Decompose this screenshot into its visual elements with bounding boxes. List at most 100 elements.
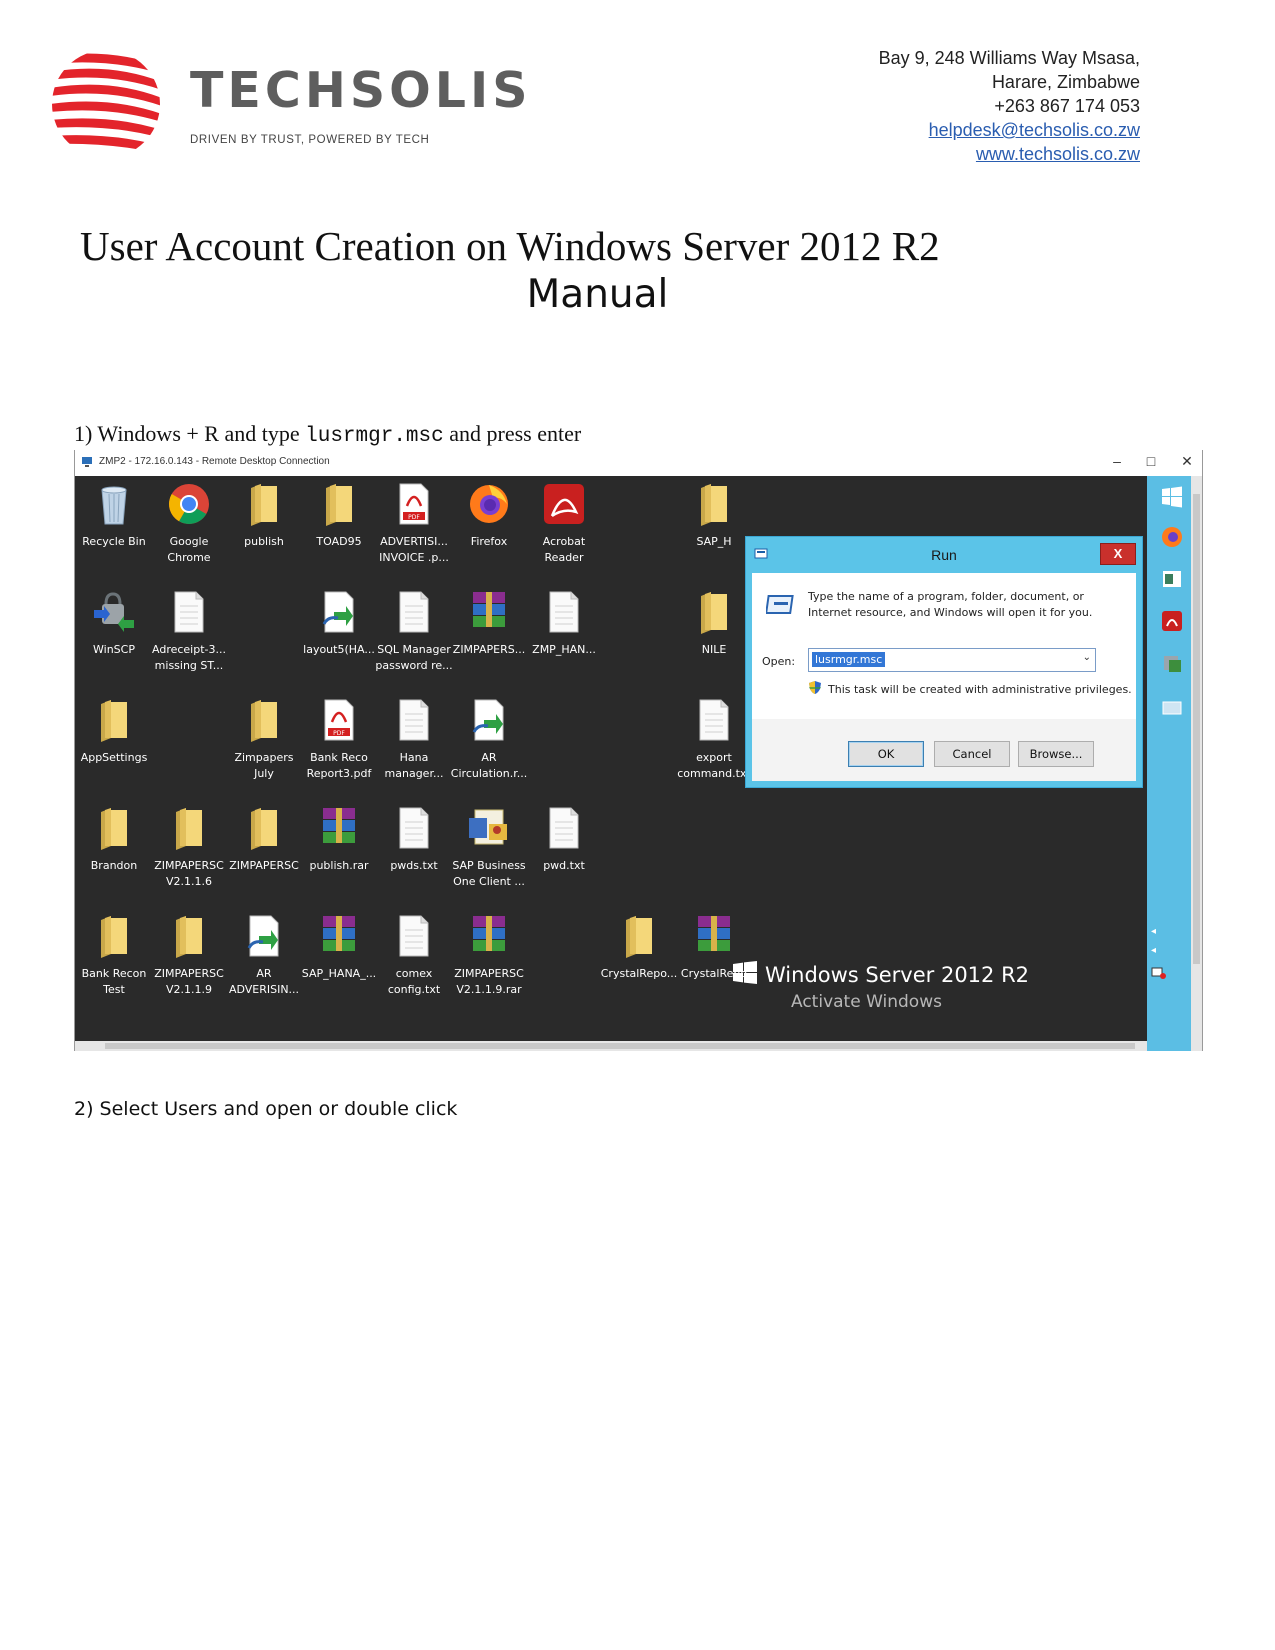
run-dialog: Run X Type the name of a program, folder… — [745, 536, 1143, 788]
chevron-down-icon[interactable]: ⌄ — [1083, 652, 1091, 663]
open-input[interactable]: lusrmgr.msc ⌄ — [808, 648, 1096, 672]
desktop-icon[interactable]: pwd.txt — [525, 806, 603, 874]
text-file-icon — [675, 698, 753, 744]
rar-icon — [450, 590, 528, 636]
desktop-icon-label: SAP_HANA_... — [301, 967, 377, 980]
website-link[interactable]: www.techsolis.co.zw — [879, 142, 1140, 166]
desktop-icon[interactable]: Bank Recon Test — [75, 914, 153, 998]
desktop-icon-label: SAP Business One Client ... — [452, 859, 526, 888]
horizontal-scrollbar[interactable] — [75, 1041, 1147, 1051]
desktop-icon[interactable]: publish.rar — [300, 806, 378, 874]
desktop-icon[interactable]: WinSCP — [75, 590, 153, 658]
server-manager-taskbar-icon[interactable] — [1161, 652, 1183, 674]
desktop-icon[interactable]: pwds.txt — [375, 806, 453, 874]
ok-button[interactable]: OK — [848, 741, 924, 767]
desktop-icon-label: pwds.txt — [390, 859, 438, 872]
desktop-icon[interactable]: AppSettings — [75, 698, 153, 766]
desktop-icon[interactable]: Hana manager... — [375, 698, 453, 782]
folder-icon — [225, 482, 303, 528]
desktop-icon[interactable]: ZIMPAPERSC — [225, 806, 303, 874]
text-file-icon — [375, 590, 453, 636]
desktop-icon[interactable]: Google Chrome — [150, 482, 228, 566]
desktop-icon[interactable]: AR Circulation.r... — [450, 698, 528, 782]
desktop-icon-label: Adreceipt-3... missing ST... — [152, 643, 226, 672]
desktop-icon[interactable]: ZIMPAPERS... — [450, 590, 528, 658]
desktop-icon[interactable]: layout5(HA... — [300, 590, 378, 658]
firefox-taskbar-icon[interactable] — [1161, 526, 1183, 548]
desktop-icon[interactable]: comex config.txt — [375, 914, 453, 998]
desktop-icon[interactable]: PDF Bank Reco Report3.pdf — [300, 698, 378, 782]
desktop-icon[interactable]: Zimpapers July — [225, 698, 303, 782]
desktop-icon[interactable]: SAP_H — [675, 482, 753, 550]
desktop-icon[interactable]: Adreceipt-3... missing ST... — [150, 590, 228, 674]
desktop-icon[interactable]: ZMP_HAN... — [525, 590, 603, 658]
desktop-icon-label: Brandon — [90, 859, 138, 872]
folder-taskbar-icon[interactable] — [1161, 696, 1183, 718]
recycle-bin-icon — [75, 482, 153, 528]
desktop-icon-label: ADVERTISI... INVOICE .p... — [379, 535, 449, 564]
desktop-icon[interactable]: SAP Business One Client ... — [450, 806, 528, 890]
run-close-button[interactable]: X — [1100, 543, 1136, 565]
vertical-scrollbar[interactable] — [1191, 476, 1202, 1051]
desktop-icon[interactable]: export command.txt — [675, 698, 753, 782]
desktop-icon[interactable]: AR ADVERISIN... — [225, 914, 303, 998]
desktop-icon[interactable]: Recycle Bin — [75, 482, 153, 550]
open-input-value[interactable]: lusrmgr.msc — [812, 652, 886, 667]
desktop-icon[interactable]: Firefox — [450, 482, 528, 550]
email-link[interactable]: helpdesk@techsolis.co.zw — [879, 118, 1140, 142]
browse-button[interactable]: Browse... — [1018, 741, 1094, 767]
desktop-icon-label: TOAD95 — [316, 535, 362, 548]
folder-icon — [150, 806, 228, 852]
close-button[interactable]: ✕ — [1177, 453, 1197, 470]
desktop-icon-label: Firefox — [470, 535, 508, 548]
rar-icon — [300, 914, 378, 960]
run-description: Type the name of a program, folder, docu… — [808, 590, 1093, 619]
folder-icon — [675, 482, 753, 528]
desktop-icon[interactable]: TOAD95 — [300, 482, 378, 550]
open-label: Open: — [762, 655, 796, 668]
desktop-icon[interactable]: Acrobat Reader — [525, 482, 603, 566]
desktop-icon[interactable]: NILE — [675, 590, 753, 658]
cancel-button[interactable]: Cancel — [934, 741, 1010, 767]
desktop-icon-label: AR Circulation.r... — [450, 751, 528, 780]
desktop-icon[interactable]: Brandon — [75, 806, 153, 874]
desktop-icon-label: pwd.txt — [543, 859, 585, 872]
text-file-icon — [525, 806, 603, 852]
chevron-left-icon[interactable]: ◂ — [1151, 926, 1191, 937]
rar-icon — [675, 914, 753, 960]
chevron-left-icon[interactable]: ◂ — [1151, 945, 1191, 956]
rar-icon — [300, 806, 378, 852]
desktop-icon-label: WinSCP — [93, 643, 135, 656]
phone-number: +263 867 174 053 — [994, 96, 1140, 116]
acrobat-taskbar-icon[interactable] — [1161, 610, 1183, 632]
desktop-icon[interactable]: CrystalRepo... — [600, 914, 678, 982]
folder-icon — [75, 806, 153, 852]
svg-text:PDF: PDF — [333, 730, 345, 737]
desktop-icon-label: AR ADVERISIN... — [228, 967, 300, 996]
network-status-icon[interactable] — [1151, 966, 1167, 980]
rar-icon — [450, 914, 528, 960]
desktop-icon-label: SAP_H — [696, 535, 732, 548]
windows-start-icon[interactable] — [1161, 486, 1183, 508]
acrobat-icon — [525, 482, 603, 528]
desktop-icon-label: Zimpapers July — [234, 751, 294, 780]
minimize-button[interactable]: – — [1107, 453, 1127, 469]
explorer-taskbar-icon[interactable] — [1161, 568, 1183, 590]
step-2-instruction: 2) Select Users and open or double click — [74, 1098, 458, 1120]
desktop-icon[interactable]: ZIMPAPERSC V2.1.1.9 — [150, 914, 228, 998]
desktop-icon-label: export command.txt — [677, 751, 751, 780]
text-file-icon — [150, 590, 228, 636]
remote-desktop-area: CrystalRepo CrystalRepo... ZIMPAPERSC V2.1… — [75, 476, 1147, 1041]
desktop-icon-label: AppSettings — [80, 751, 148, 764]
desktop-icon[interactable]: PDF ADVERTISI... INVOICE .p... — [375, 482, 453, 566]
windows-server-watermark: Windows Server 2012 R2 — [765, 963, 1030, 987]
desktop-icon[interactable]: ZIMPAPERSC V2.1.1.9.rar — [450, 914, 528, 998]
maximize-button[interactable]: □ — [1141, 453, 1161, 469]
text-file-icon — [525, 590, 603, 636]
text-file-icon — [375, 914, 453, 960]
desktop-icon[interactable]: SAP_HANA_... — [300, 914, 378, 982]
desktop-icon[interactable]: publish — [225, 482, 303, 550]
desktop-icon[interactable]: SQL Manager password re... — [375, 590, 453, 674]
desktop-icon[interactable]: ZIMPAPERSC V2.1.1.6 — [150, 806, 228, 890]
run-program-icon — [766, 595, 794, 614]
